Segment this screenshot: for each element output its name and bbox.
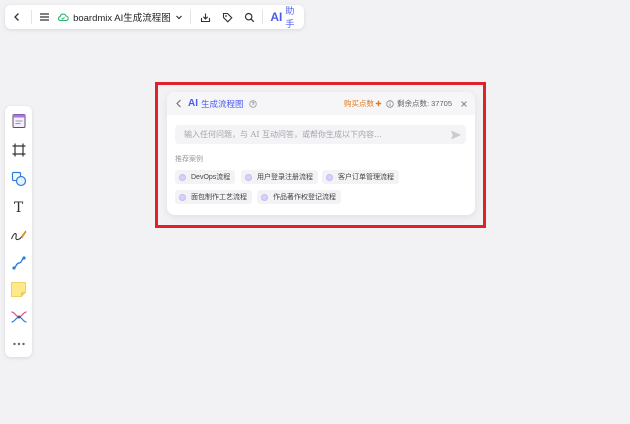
download-button[interactable] — [197, 7, 216, 27]
send-icon[interactable] — [450, 129, 462, 141]
flowchart-icon — [261, 193, 268, 201]
buy-points-label: 购买点数 — [343, 99, 374, 108]
plus-icon — [375, 100, 382, 107]
divider — [262, 10, 264, 24]
chip-label: 客户订单管理流程 — [338, 174, 394, 181]
text-icon: T — [13, 199, 24, 216]
menu-icon — [40, 13, 50, 21]
cloud-sync-icon — [58, 13, 69, 22]
recommended-chip[interactable]: 面包制作工艺流程 — [175, 190, 252, 204]
mindmap-icon — [10, 310, 27, 323]
template-icon — [12, 113, 25, 128]
ai-prompt-input[interactable] — [175, 125, 466, 144]
recommended-chip[interactable]: 作品著作权登记流程 — [257, 190, 341, 204]
flowchart-icon — [179, 193, 186, 201]
ai-logo: AI — [270, 10, 283, 24]
connector-icon — [11, 255, 26, 270]
mindmap-tool[interactable] — [8, 306, 29, 327]
chip-label: DevOps流程 — [191, 174, 231, 181]
panel-header: AI 生成流程图 购买点数 剩余点数: 37705 — [167, 92, 475, 115]
more-icon — [12, 342, 25, 345]
panel-back-button[interactable] — [173, 98, 185, 110]
search-icon — [244, 12, 254, 22]
points-area: 购买点数 剩余点数: 37705 — [344, 98, 469, 109]
ai-flowchart-panel: AI 生成流程图 购买点数 剩余点数: 37705 推荐案例 DevOps流程 … — [167, 92, 475, 215]
top-toolbar: boardmix AI生成流程图 AI 助手 — [5, 5, 304, 29]
chevron-down-icon — [175, 15, 182, 20]
chip-label: 用户登录注册流程 — [257, 174, 313, 181]
back-button[interactable] — [8, 7, 27, 27]
recommended-chip[interactable]: DevOps流程 — [175, 170, 236, 184]
frame-tool[interactable] — [8, 139, 29, 160]
recommended-title: 推荐案例 — [175, 156, 203, 163]
ai-assistant-button[interactable]: AI 助手 — [267, 4, 304, 30]
remaining-points-label: 剩余点数: 37705 — [396, 99, 452, 108]
document-title: boardmix AI生成流程图 — [73, 13, 171, 24]
shape-icon — [11, 171, 26, 186]
sticky-note-tool[interactable] — [8, 279, 29, 300]
panel-close-button[interactable] — [459, 99, 469, 109]
pen-icon — [10, 229, 27, 240]
download-icon — [201, 13, 211, 22]
document-title-dropdown[interactable]: boardmix AI生成流程图 — [54, 10, 186, 24]
help-icon — [249, 99, 257, 108]
text-tool[interactable]: T — [8, 197, 29, 218]
pen-tool[interactable] — [8, 225, 29, 246]
divider — [30, 10, 32, 24]
flowchart-icon — [245, 173, 252, 181]
flowchart-icon — [179, 173, 186, 181]
recommended-chip[interactable]: 用户登录注册流程 — [241, 170, 318, 184]
buy-points-link[interactable]: 购买点数 — [344, 98, 382, 109]
template-tool[interactable] — [8, 110, 29, 131]
connector-tool[interactable] — [8, 252, 29, 273]
search-button[interactable] — [240, 7, 259, 27]
remaining-points: 剩余点数: 37705 — [386, 98, 452, 109]
ai-assistant-label: 助手 — [285, 6, 295, 29]
left-toolbar: T — [5, 106, 32, 357]
divider — [189, 10, 191, 24]
info-icon — [386, 99, 394, 108]
frame-icon — [12, 143, 25, 156]
shape-tool[interactable] — [8, 168, 29, 189]
help-button[interactable] — [249, 99, 258, 108]
recommended-chip[interactable]: 客户订单管理流程 — [322, 170, 399, 184]
flowchart-icon — [326, 173, 333, 181]
back-icon — [14, 13, 20, 21]
close-icon — [461, 100, 467, 107]
chip-label: 面包制作工艺流程 — [191, 194, 247, 201]
chip-label: 作品著作权登记流程 — [273, 194, 336, 201]
tag-button[interactable] — [218, 7, 237, 27]
more-tools[interactable] — [8, 333, 29, 354]
tag-icon — [222, 12, 233, 23]
panel-title: 生成流程图 — [201, 98, 244, 109]
panel-ai-logo: AI — [188, 98, 198, 109]
sticky-note-icon — [11, 282, 26, 297]
menu-button[interactable] — [36, 7, 55, 27]
chevron-left-icon — [176, 99, 181, 108]
